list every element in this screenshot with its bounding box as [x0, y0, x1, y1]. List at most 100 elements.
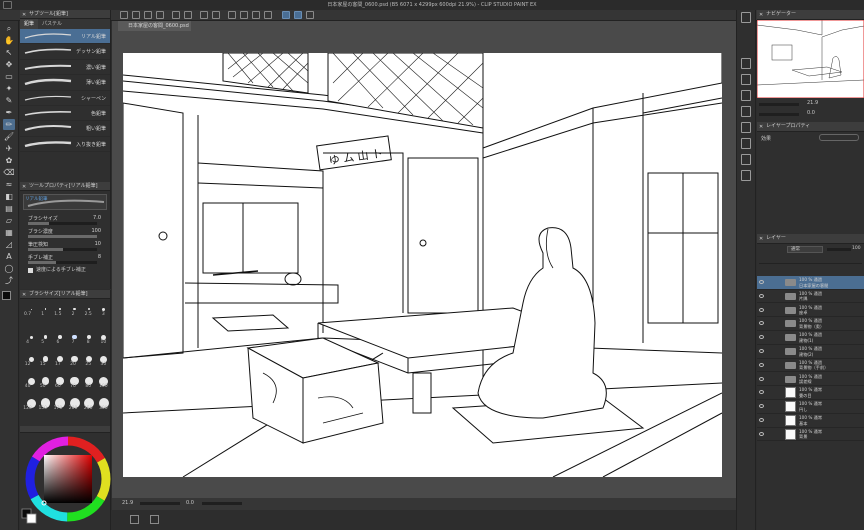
brush-size-option[interactable]: 4: [21, 340, 34, 345]
open-file-icon[interactable]: [144, 11, 152, 19]
brush-size-option[interactable]: 30: [97, 362, 110, 367]
brush-size-option[interactable]: 20: [67, 362, 80, 367]
eyedropper-icon[interactable]: ✎: [3, 95, 15, 106]
selection-tool-icon[interactable]: ▭: [3, 71, 15, 82]
layer-row[interactable]: 100 % 通常 基本: [757, 414, 864, 428]
nav-zoom-value[interactable]: 21.9: [807, 100, 818, 106]
layer-row[interactable]: 100 % 通過 背景物（奥）: [757, 317, 864, 331]
brush-size-option[interactable]: 25: [82, 362, 95, 367]
pressure-row[interactable]: 筆圧検知 10: [20, 240, 110, 253]
pencil-tool-icon[interactable]: ✏: [3, 119, 15, 130]
brush-size-option[interactable]: 3: [97, 312, 110, 317]
stabilization-value[interactable]: 8: [98, 254, 101, 260]
brush-size-option[interactable]: 70: [67, 384, 80, 389]
snap-special-ruler-icon[interactable]: [294, 11, 302, 19]
density-slider[interactable]: [28, 235, 97, 238]
brush-size-option[interactable]: 2.5: [82, 312, 95, 317]
stabilization-slider[interactable]: [28, 261, 97, 264]
auto-select-icon[interactable]: ✦: [3, 83, 15, 94]
brush-size-dot[interactable]: [28, 356, 34, 362]
blend-tool-icon[interactable]: ≈: [3, 179, 15, 190]
eye-icon[interactable]: [759, 376, 764, 381]
checkbox-box[interactable]: [28, 268, 33, 273]
layer-row[interactable]: 100 % 通過 座卓: [757, 304, 864, 318]
pressure-slider[interactable]: [28, 248, 97, 251]
brush-size-option[interactable]: 40: [21, 384, 34, 389]
tab-pencil[interactable]: 鉛筆: [20, 19, 39, 29]
brush-size-option[interactable]: 80: [82, 384, 95, 389]
layer-row[interactable]: 100 % 通過 建物(1): [757, 331, 864, 345]
eye-icon[interactable]: [759, 307, 764, 312]
brush-item[interactable]: 粗い鉛筆: [20, 121, 110, 137]
frame-border-icon[interactable]: ▦: [3, 227, 15, 238]
brush-size-option[interactable]: 120: [21, 406, 34, 411]
invert-selection-icon[interactable]: [252, 11, 260, 19]
brush-size-option[interactable]: 1.5: [51, 312, 64, 317]
nav-rotate-value[interactable]: 0.0: [807, 110, 815, 116]
document-tab[interactable]: 日本家屋の客間_0600.psd: [118, 21, 191, 31]
brush-size-dot[interactable]: [58, 335, 62, 339]
figure-tool-icon[interactable]: ▱: [3, 215, 15, 226]
brush-item[interactable]: 濃い鉛筆: [20, 60, 110, 76]
layer-row[interactable]: 100 % 通常 円し: [757, 400, 864, 414]
brush-size-dot[interactable]: [72, 334, 77, 340]
material-icon-6[interactable]: [741, 138, 751, 149]
eye-icon[interactable]: [759, 390, 764, 395]
brush-item[interactable]: 色鉛筆: [20, 106, 110, 122]
dock-toggle-icon[interactable]: [741, 12, 751, 23]
brush-size-option[interactable]: 2: [67, 312, 80, 317]
airbrush-icon[interactable]: ✈: [3, 143, 15, 154]
brush-size-dot[interactable]: [87, 307, 91, 311]
gradient-icon[interactable]: ▤: [3, 203, 15, 214]
operation-tool-icon[interactable]: ↖: [3, 47, 15, 58]
brush-size-option[interactable]: 6: [51, 340, 64, 345]
brush-size-dot[interactable]: [73, 307, 76, 311]
brush-size-option[interactable]: 1: [36, 312, 49, 317]
brush-size-option[interactable]: 15: [36, 362, 49, 367]
brush-size-dot[interactable]: [101, 334, 106, 340]
eye-icon[interactable]: [759, 280, 764, 284]
expand-selection-icon[interactable]: [264, 11, 272, 19]
clear-icon[interactable]: [200, 11, 208, 19]
brush-size-option[interactable]: 170: [51, 406, 64, 411]
show-pages-icon[interactable]: [150, 515, 159, 524]
stabilization-row[interactable]: 手ブレ補正 8: [20, 253, 110, 266]
brush-size-option[interactable]: 8: [82, 340, 95, 345]
close-icon[interactable]: [120, 11, 128, 19]
deselect-icon[interactable]: [240, 11, 248, 19]
material-icon-4[interactable]: [741, 106, 751, 117]
eye-icon[interactable]: [759, 335, 764, 340]
rotate-readout[interactable]: 0.0: [186, 500, 194, 506]
material-icon[interactable]: [741, 58, 751, 69]
brush-size-option[interactable]: 60: [51, 384, 64, 389]
brush-size-dot[interactable]: [29, 335, 33, 339]
brush-size-slider[interactable]: [28, 222, 97, 225]
pressure-value[interactable]: 10: [95, 241, 101, 247]
brush-size-option[interactable]: 150: [36, 406, 49, 411]
brush-size-dot[interactable]: [102, 307, 105, 311]
eye-icon[interactable]: [759, 293, 764, 298]
brush-item[interactable]: リアル鉛筆: [20, 29, 110, 45]
zoom-slider[interactable]: [140, 502, 180, 505]
density-row[interactable]: ブラシ濃度 100: [20, 227, 110, 240]
material-icon-3[interactable]: [741, 90, 751, 101]
layer-row[interactable]: 100 % 通常 畳の目: [757, 386, 864, 400]
blend-mode-select[interactable]: 通常: [787, 246, 823, 253]
brush-size-dot[interactable]: [44, 308, 47, 310]
density-value[interactable]: 100: [91, 228, 101, 234]
eye-icon[interactable]: [759, 418, 764, 422]
text-tool-icon[interactable]: A: [3, 251, 15, 262]
brush-tool-icon[interactable]: 🖌: [3, 131, 15, 142]
eraser-icon[interactable]: ⌫: [3, 167, 15, 178]
undo-icon[interactable]: [172, 11, 180, 19]
pen-tool-icon[interactable]: ✒: [3, 107, 15, 118]
brush-size-option[interactable]: 7: [67, 340, 80, 345]
brush-item[interactable]: デッサン鉛筆: [20, 44, 110, 60]
brush-size-option[interactable]: 200: [67, 406, 80, 411]
decoration-icon[interactable]: ✿: [3, 155, 15, 166]
material-icon-8[interactable]: [741, 170, 751, 181]
save-icon[interactable]: [156, 11, 164, 19]
brush-size-option[interactable]: 250: [82, 406, 95, 411]
tab-pastel[interactable]: パステル: [38, 19, 66, 29]
brush-size-option[interactable]: 10: [97, 340, 110, 345]
